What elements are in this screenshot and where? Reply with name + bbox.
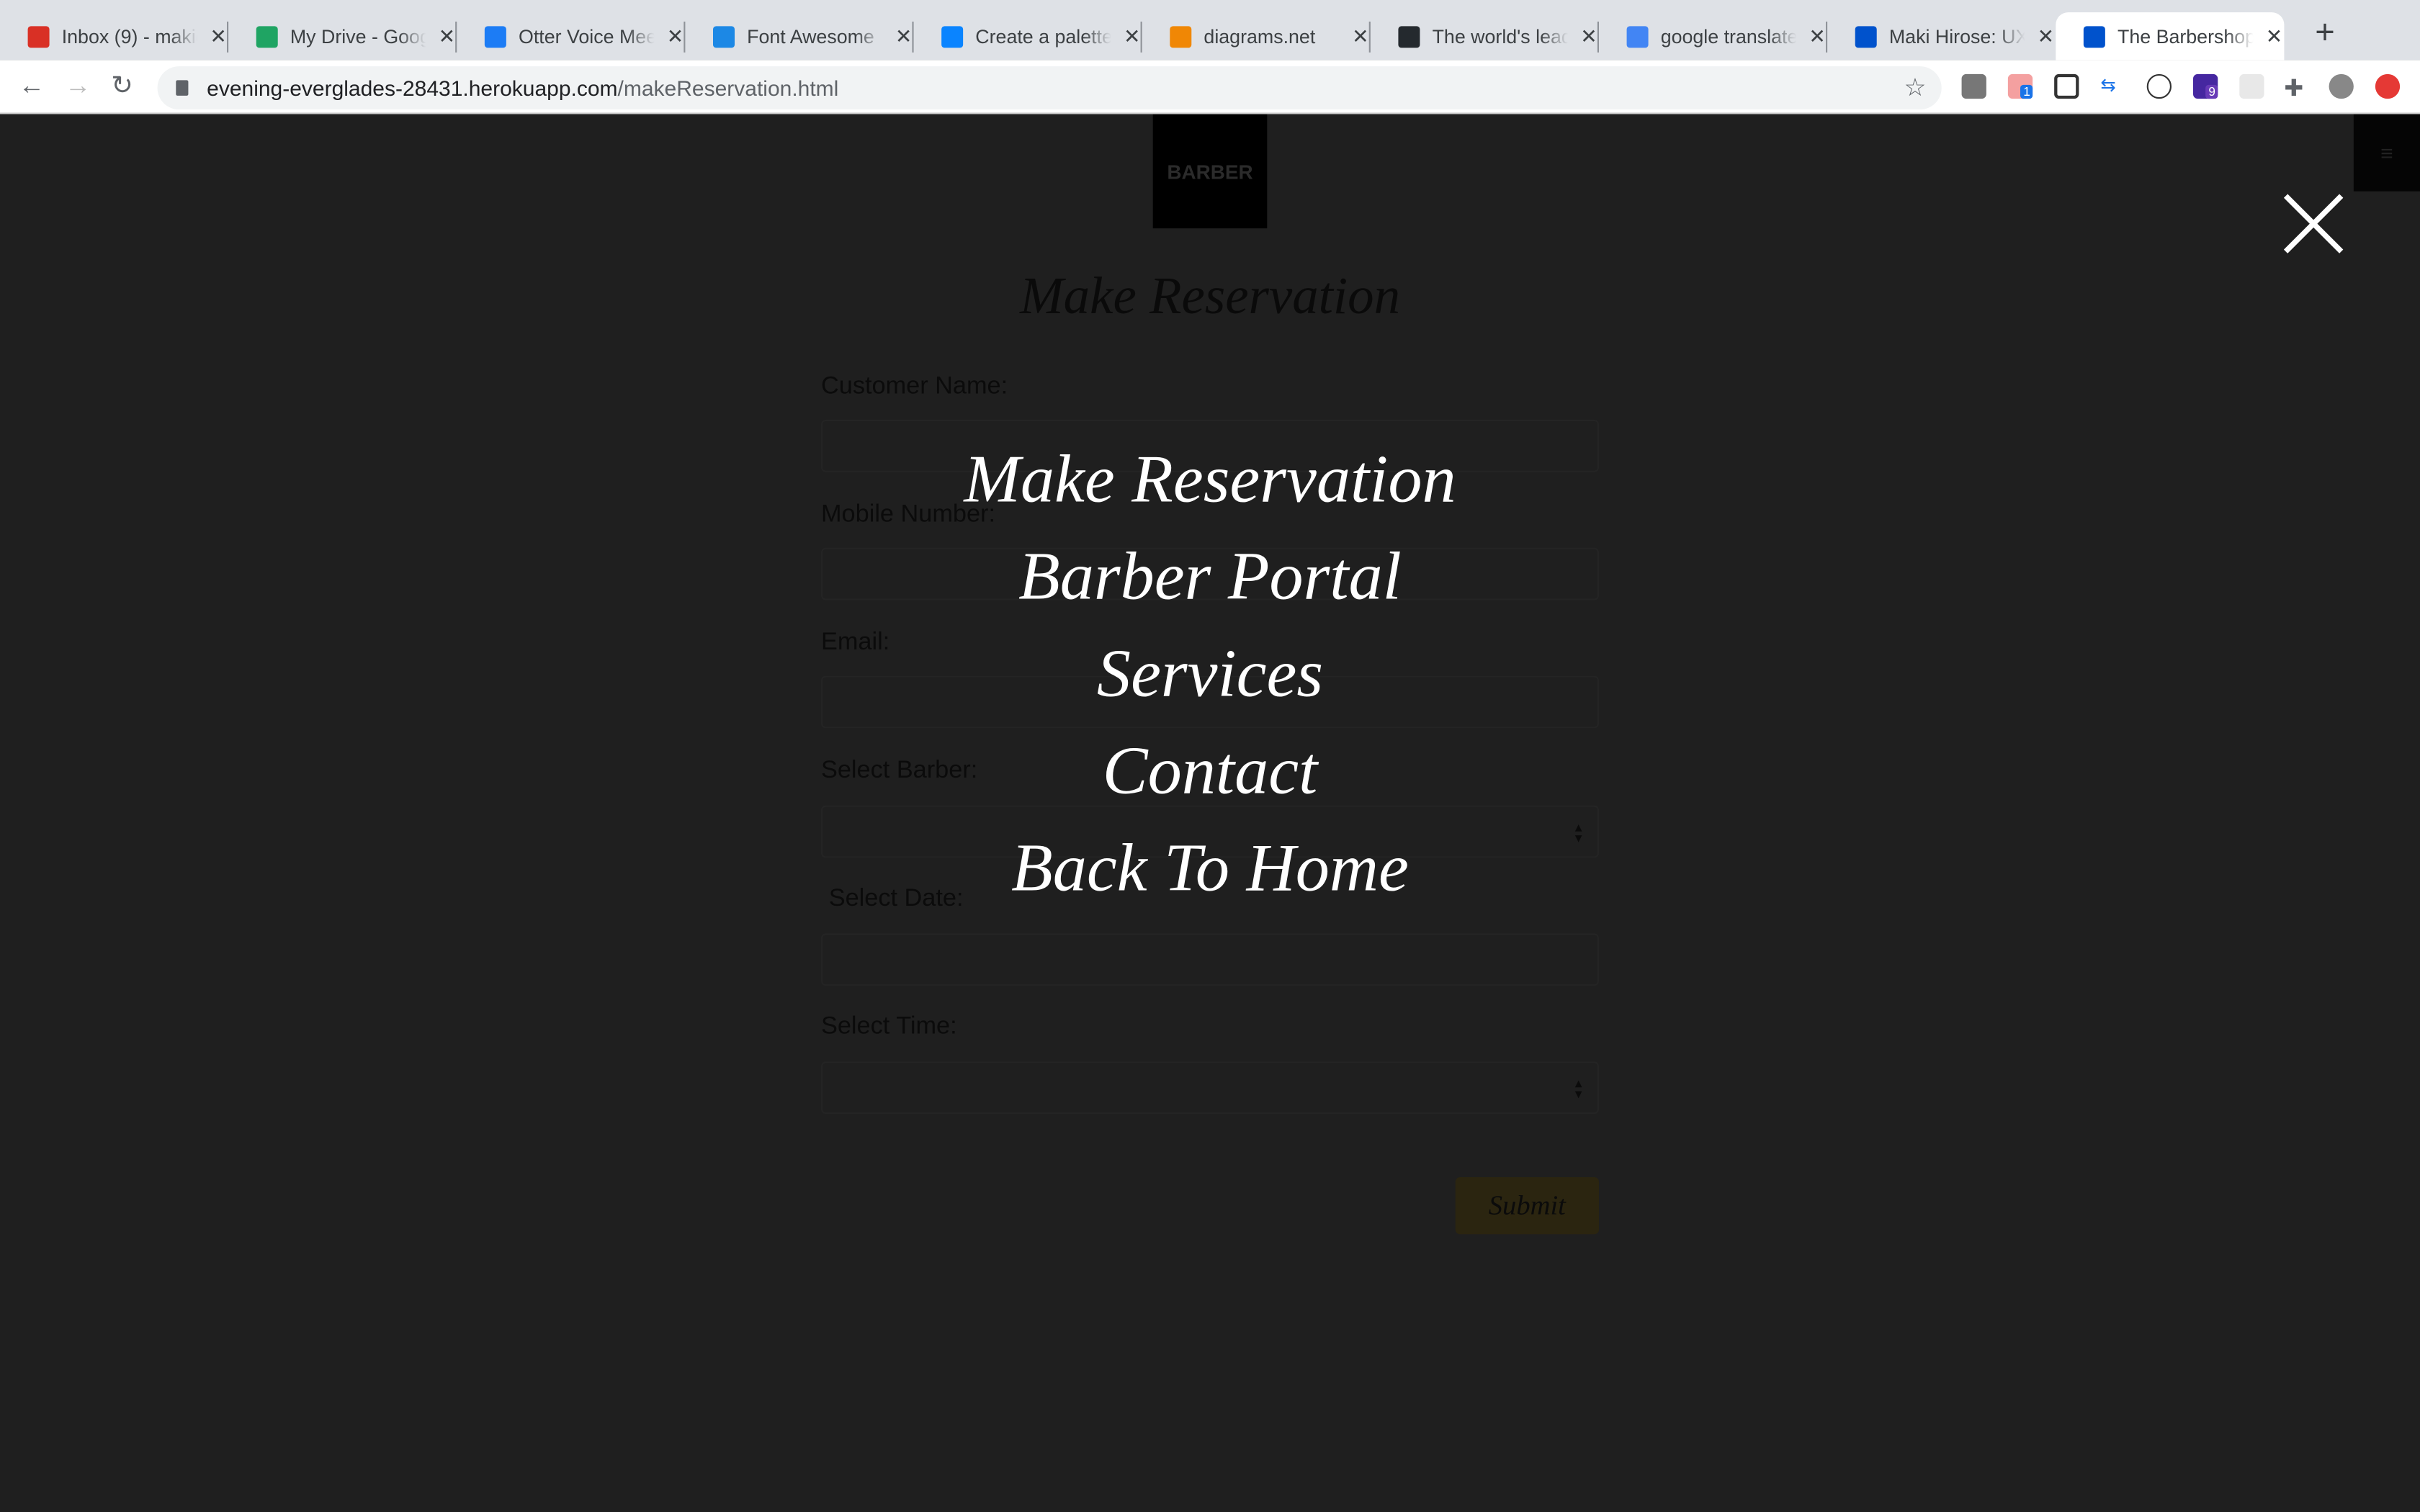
tab-7[interactable]: google translate ✕	[1599, 12, 1828, 60]
square-icon	[1855, 25, 1877, 48]
barbershop-logo[interactable]: BARBER	[1152, 114, 1268, 229]
google-drive-icon	[256, 25, 278, 48]
tab-close-icon[interactable]: ✕	[1352, 24, 1368, 48]
tab-title: Font Awesome	[747, 25, 874, 48]
back-icon[interactable]: ←	[19, 71, 45, 102]
menu-item-make-reservation[interactable]: Make Reservation	[0, 431, 2420, 528]
tab-4[interactable]: Create a palette ✕	[914, 12, 1142, 60]
diagrams-icon	[1170, 25, 1192, 48]
forward-icon[interactable]: →	[65, 71, 91, 102]
tab-title: Create a palette	[975, 25, 1111, 48]
tab-title: The world's lead	[1432, 25, 1569, 48]
tab-close-icon[interactable]: ✕	[667, 24, 684, 48]
update-icon[interactable]	[2375, 73, 2401, 99]
tab-3[interactable]: Font Awesome ✕	[685, 12, 914, 60]
tab-close-icon[interactable]: ✕	[210, 24, 226, 48]
tab-close-icon[interactable]: ✕	[895, 24, 912, 48]
tab-5[interactable]: diagrams.net ✕	[1142, 12, 1371, 60]
extension-icon[interactable]: 9	[2193, 73, 2219, 99]
extension-icon[interactable]: 1	[2007, 73, 2034, 99]
avatar[interactable]	[2329, 73, 2354, 99]
tab-close-icon[interactable]: ✕	[1124, 24, 1140, 48]
font-awesome-flag-icon	[712, 25, 735, 48]
page-title: Make Reservation	[1019, 268, 1401, 326]
lock-icon	[176, 80, 189, 96]
tab-title: My Drive - Google	[290, 25, 426, 48]
reload-icon[interactable]: ↻	[111, 71, 133, 102]
menu-item-back-to-home[interactable]: Back To Home	[0, 819, 2420, 917]
square-icon	[2083, 25, 2105, 48]
menu-item-contact[interactable]: Contact	[0, 722, 2420, 819]
time-label: Select Time:	[821, 1013, 957, 1040]
bookmark-star-icon[interactable]: ☆	[1904, 73, 1927, 104]
screen-capture-icon[interactable]	[2054, 73, 2079, 99]
tab-2[interactable]: Otter Voice Meet ✕	[457, 12, 686, 60]
tab-close-icon[interactable]: ✕	[439, 24, 455, 48]
url-path: /makeReservation.html	[617, 76, 839, 101]
otter-icon	[484, 25, 506, 48]
browser-toolbar: ← → ↻ evening-everglades-28431.herokuapp…	[0, 60, 2420, 114]
github-icon	[1398, 25, 1420, 48]
tab-title: google translate	[1660, 25, 1797, 48]
time-select[interactable]: ▴ ▾	[821, 1061, 1599, 1115]
tab-0[interactable]: Inbox (9) - makid ✕	[0, 12, 229, 60]
date-input[interactable]	[821, 933, 1599, 986]
tab-title: The Barbershop	[2118, 25, 2254, 48]
submit-button[interactable]: Submit	[1455, 1177, 1599, 1235]
arrows-icon[interactable]: ⇆	[2100, 74, 2125, 99]
tab-title: Otter Voice Meet	[519, 25, 655, 48]
tab-6[interactable]: The world's lead ✕	[1371, 12, 1599, 60]
page-content: BARBER Make Reservation Customer Name: M…	[0, 114, 2420, 1512]
tab-close-icon[interactable]: ✕	[1809, 24, 1825, 48]
tab-title: diagrams.net	[1204, 25, 1316, 48]
menu-item-services[interactable]: Services	[0, 625, 2420, 722]
url-host: evening-everglades-28431.herokuapp.com	[207, 76, 618, 101]
address-bar[interactable]: evening-everglades-28431.herokuapp.com/m…	[157, 66, 1942, 110]
menu-item-barber-portal[interactable]: Barber Portal	[0, 528, 2420, 625]
tab-close-icon[interactable]: ✕	[1580, 24, 1597, 48]
google-icon	[1626, 25, 1649, 48]
close-menu-icon[interactable]	[2281, 192, 2346, 256]
select-arrows-icon: ▴ ▾	[1574, 1075, 1582, 1102]
logo-text: BARBER	[1167, 159, 1253, 183]
extension-badge: 9	[2205, 84, 2219, 99]
puzzle-icon[interactable]: ✚	[2284, 74, 2308, 102]
tab-strip: Inbox (9) - makid✕My Drive - Google✕Otte…	[0, 0, 2420, 60]
tab-close-icon[interactable]: ✕	[2266, 24, 2282, 48]
json-icon[interactable]	[2146, 73, 2172, 99]
tab-title: Maki Hirose: UX/	[1888, 25, 2025, 48]
gmail-icon	[27, 25, 50, 48]
tab-8[interactable]: Maki Hirose: UX/ ✕	[1827, 12, 2056, 60]
hamburger-menu-icon[interactable]: ≡	[2353, 114, 2420, 192]
extension-icon[interactable]	[1961, 73, 1986, 99]
tab-title: Inbox (9) - makid	[61, 25, 198, 48]
tab-9[interactable]: The Barbershop ✕	[2056, 12, 2285, 60]
react-icon[interactable]	[2239, 73, 2264, 99]
extension-badge: 1	[2020, 84, 2034, 99]
customer-name-label: Customer Name:	[821, 373, 1008, 400]
tab-close-icon[interactable]: ✕	[2038, 24, 2054, 48]
new-tab-button[interactable]: +	[2315, 12, 2335, 53]
tab-1[interactable]: My Drive - Google ✕	[228, 12, 457, 60]
coolors-icon	[941, 25, 964, 48]
overlay-nav-menu: Make Reservation Barber Portal Services …	[0, 431, 2420, 917]
